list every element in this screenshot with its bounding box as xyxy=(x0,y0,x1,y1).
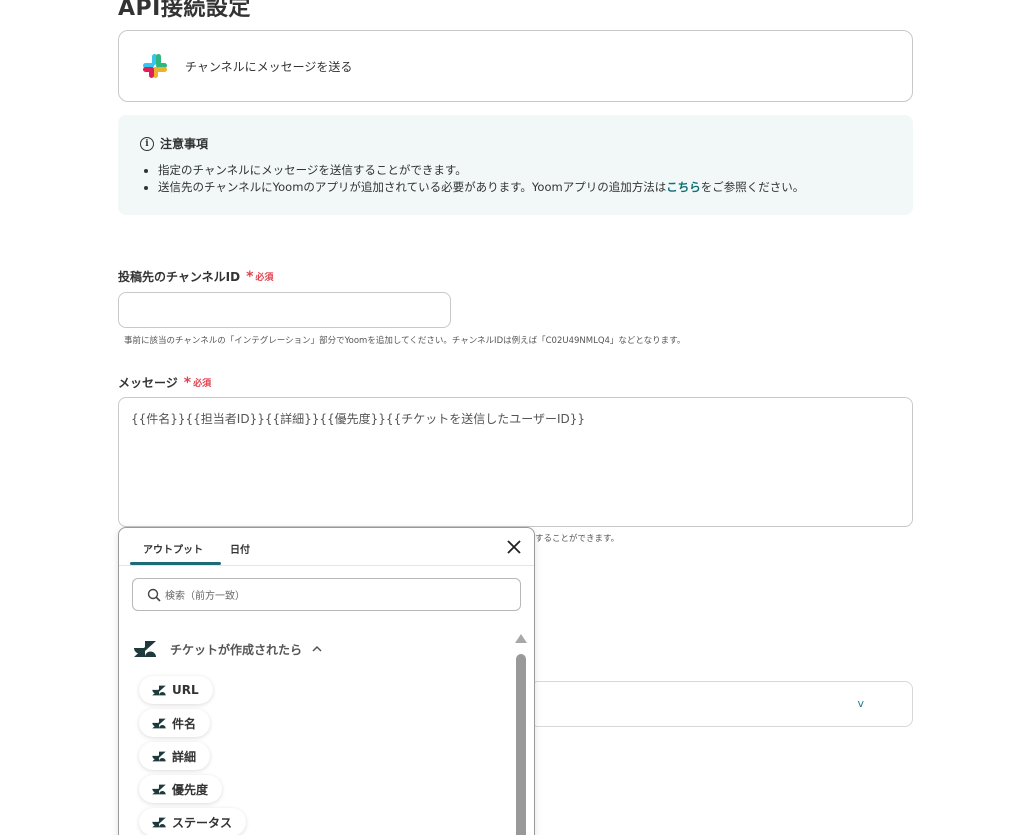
notice-item-text: 指定のチャンネルにメッセージを送信することができます。 xyxy=(158,163,467,177)
info-icon: i xyxy=(140,136,154,151)
output-chip-status[interactable]: ステータス xyxy=(139,808,247,835)
notice-list: 指定のチャンネルにメッセージを送信することができます。 送信先のチャンネルにYo… xyxy=(140,162,891,196)
notice-heading-text: 注意事項 xyxy=(160,137,209,151)
close-icon[interactable] xyxy=(506,539,522,555)
zendesk-icon xyxy=(152,685,166,695)
chevron-down-icon: v xyxy=(857,697,864,710)
search-input[interactable]: 検索（前方一致） xyxy=(132,578,521,611)
chip-label: ステータス xyxy=(172,815,233,830)
chevron-up-icon xyxy=(312,645,322,652)
channel-id-input[interactable] xyxy=(118,292,451,328)
group-title: チケットが作成されたら xyxy=(170,642,303,657)
chip-label: 件名 xyxy=(172,716,197,731)
notice-item-text: をご参照ください。 xyxy=(700,180,805,194)
zendesk-icon xyxy=(134,641,156,657)
zendesk-icon xyxy=(152,817,166,827)
action-card: チャンネルにメッセージを送る xyxy=(118,30,913,102)
active-tab-indicator xyxy=(130,562,221,565)
zendesk-icon xyxy=(152,718,166,728)
notice-item: 指定のチャンネルにメッセージを送信することができます。 xyxy=(158,162,891,179)
message-label-text: メッセージ xyxy=(118,376,178,390)
channel-id-label: 投稿先のチャンネルID * 必須 xyxy=(118,268,273,285)
slack-icon xyxy=(143,54,167,78)
page-title: API接続設定 xyxy=(118,0,251,21)
help-link[interactable]: こちら xyxy=(666,180,701,194)
notice-item-text: 送信先のチャンネルにYoomのアプリが追加されている必要があります。Yoomアプ… xyxy=(158,180,667,194)
chip-label: URL xyxy=(172,683,199,697)
channel-id-hint: 事前に該当のチャンネルの「インテグレーション」部分でYoomを追加してください。… xyxy=(124,336,686,346)
required-badge: 必須 xyxy=(193,379,212,389)
scrollbar-thumb[interactable] xyxy=(516,654,526,835)
required-badge: 必須 xyxy=(255,273,274,283)
trigger-group-header[interactable]: チケットが作成されたら xyxy=(134,640,322,658)
message-textarea[interactable]: {{件名}}{{担当者ID}}{{詳細}}{{優先度}}{{チケットを送信したユ… xyxy=(118,397,913,527)
tab-output[interactable]: アウトプット xyxy=(143,541,203,556)
channel-id-label-text: 投稿先のチャンネルID xyxy=(118,270,241,284)
popup-tab-bar: アウトプット 日付 xyxy=(119,528,534,566)
message-hint: することができます。 xyxy=(535,534,620,544)
action-label: チャンネルにメッセージを送る xyxy=(185,59,353,74)
output-chip-url[interactable]: URL xyxy=(139,676,213,704)
required-mark: * xyxy=(183,374,192,391)
zendesk-icon xyxy=(152,784,166,794)
output-chip-details[interactable]: 詳細 xyxy=(139,742,211,770)
chip-label: 詳細 xyxy=(172,749,197,764)
output-picker-popup: アウトプット 日付 検索（前方一致） チケットが作成されたら URL 件名 詳細… xyxy=(118,527,535,835)
message-label: メッセージ * 必須 xyxy=(118,374,211,391)
search-placeholder: 検索（前方一致） xyxy=(165,591,245,602)
notice-box: i 注意事項 指定のチャンネルにメッセージを送信することができます。 送信先のチ… xyxy=(118,115,913,215)
search-icon xyxy=(147,588,161,602)
output-chip-subject[interactable]: 件名 xyxy=(139,709,211,737)
required-mark: * xyxy=(246,268,254,285)
output-chip-priority[interactable]: 優先度 xyxy=(139,775,223,803)
notice-item: 送信先のチャンネルにYoomのアプリが追加されている必要があります。Yoomアプ… xyxy=(158,179,891,196)
select-dropdown[interactable]: v xyxy=(530,681,913,727)
chip-label: 優先度 xyxy=(172,782,209,797)
zendesk-icon xyxy=(152,751,166,761)
tab-date[interactable]: 日付 xyxy=(230,541,250,556)
scroll-up-arrow[interactable] xyxy=(515,634,527,643)
notice-heading: i 注意事項 xyxy=(140,135,891,152)
